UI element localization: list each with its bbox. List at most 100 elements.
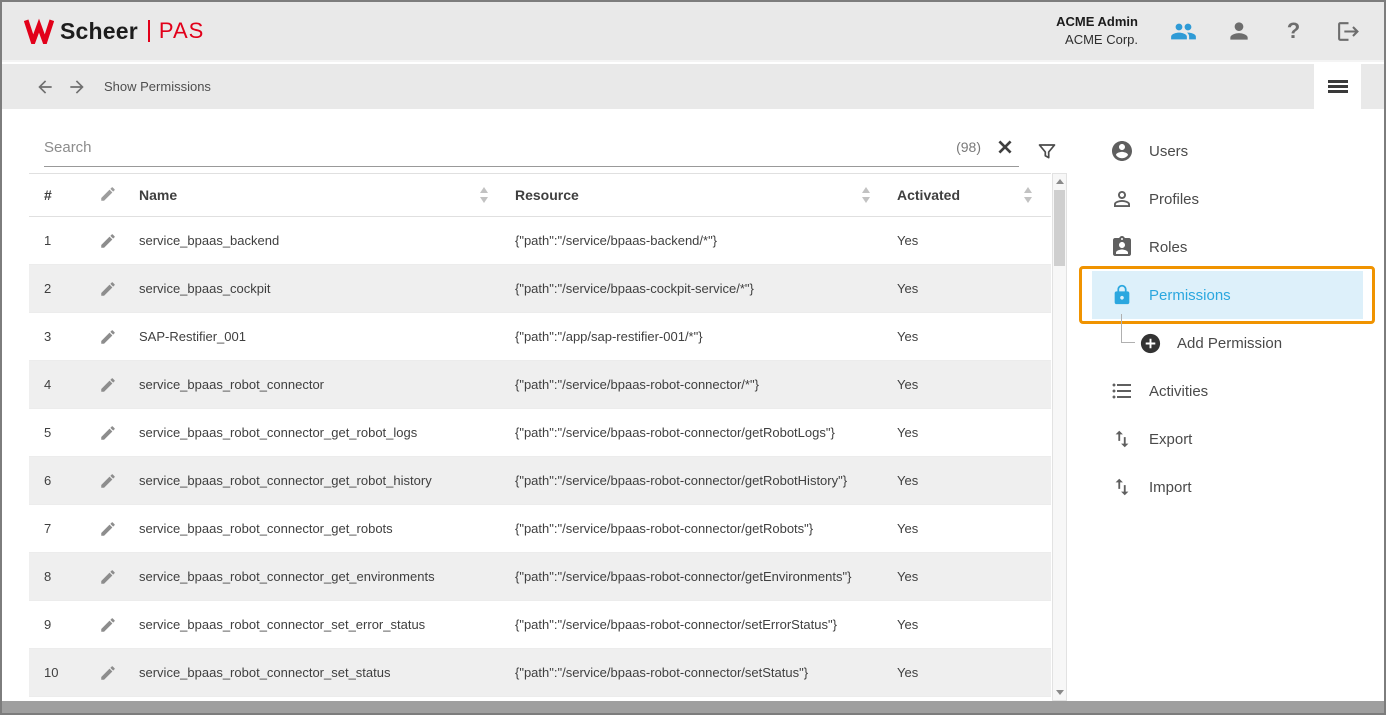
help-icon[interactable]: ? xyxy=(1280,18,1307,45)
permission-name: service_bpaas_cockpit xyxy=(131,265,507,313)
tree-connector-line xyxy=(1121,314,1135,343)
permission-resource: {"path":"/service/bpaas-robot-connector/… xyxy=(507,409,889,457)
edit-icon[interactable] xyxy=(99,664,117,682)
edit-icon[interactable] xyxy=(99,568,117,586)
vertical-scrollbar[interactable] xyxy=(1052,173,1067,701)
logo-divider xyxy=(148,20,150,42)
scroll-down-arrow[interactable] xyxy=(1053,685,1066,700)
admin-sidebar: Users Profiles Roles Permissions xyxy=(1092,109,1363,511)
permission-resource: {"path":"/service/bpaas-robot-connector/… xyxy=(507,361,889,409)
row-number: 5 xyxy=(29,409,91,457)
permission-activated: Yes xyxy=(889,553,1051,601)
sort-icon[interactable] xyxy=(861,187,871,203)
hamburger-menu-button[interactable] xyxy=(1314,64,1361,109)
search-bar: (98) xyxy=(29,109,1067,173)
permission-resource: {"path":"/service/bpaas-robot-connector/… xyxy=(507,649,889,697)
sidebar-item-label: Users xyxy=(1149,143,1188,160)
column-header-name[interactable]: Name xyxy=(131,174,507,217)
row-number: 10 xyxy=(29,649,91,697)
row-number: 6 xyxy=(29,457,91,505)
permission-activated: Yes xyxy=(889,649,1051,697)
table-row: 6 service_bpaas_robot_connector_get_robot… xyxy=(29,457,1051,505)
edit-icon[interactable] xyxy=(99,232,117,250)
permission-name: service_bpaas_backend xyxy=(131,217,507,265)
sidebar-item-label: Export xyxy=(1149,431,1192,448)
logo-brand-text: Scheer xyxy=(60,18,138,45)
sidebar-item-profiles[interactable]: Profiles xyxy=(1092,175,1363,223)
table-row: 10 service_bpaas_robot_connector_set_stat… xyxy=(29,649,1051,697)
permission-name: service_bpaas_robot_connector_get_robot_… xyxy=(131,409,507,457)
user-name: ACME Admin xyxy=(1056,13,1138,31)
edit-icon[interactable] xyxy=(99,280,117,298)
main-area: (98) # xyxy=(2,109,1384,701)
permission-activated: Yes xyxy=(889,505,1051,553)
logo-product-text: PAS xyxy=(159,18,204,44)
permission-name: service_bpaas_robot_connector_get_robot_… xyxy=(131,457,507,505)
user-organization: ACME Corp. xyxy=(1056,31,1138,49)
search-input[interactable] xyxy=(44,139,956,156)
row-number: 8 xyxy=(29,553,91,601)
edit-icon[interactable] xyxy=(99,520,117,538)
table-body: 1service_bpaas_backend{"path":"/service/… xyxy=(29,217,1051,697)
permission-name: service_bpaas_robot_connector_set_status xyxy=(131,649,507,697)
sidebar-item-label: Add Permission xyxy=(1177,335,1282,352)
navigation-bar: Show Permissions xyxy=(2,64,1384,109)
user-info: ACME Admin ACME Corp. xyxy=(1056,13,1138,48)
permission-resource: {"path":"/service/bpaas-robot-connector/… xyxy=(507,553,889,601)
sidebar-item-label: Activities xyxy=(1149,383,1208,400)
bottom-strip xyxy=(2,701,1384,713)
edit-icon[interactable] xyxy=(99,616,117,634)
permission-activated: Yes xyxy=(889,409,1051,457)
column-header-number: # xyxy=(29,174,91,217)
app-header: Scheer PAS ACME Admin ACME Corp. ? xyxy=(2,2,1384,62)
edit-icon[interactable] xyxy=(99,424,117,442)
edit-icon[interactable] xyxy=(99,328,117,346)
table-row: 3SAP-Restifier_001{"path":"/app/sap-rest… xyxy=(29,313,1051,361)
logout-icon[interactable] xyxy=(1335,18,1362,45)
sidebar-item-import[interactable]: Import xyxy=(1092,463,1363,511)
sidebar-item-permissions[interactable]: Permissions xyxy=(1092,271,1363,319)
sidebar-item-activities[interactable]: Activities xyxy=(1092,367,1363,415)
sidebar-item-label: Roles xyxy=(1149,239,1187,256)
lock-icon xyxy=(1110,283,1134,307)
hamburger-icon xyxy=(1328,78,1348,95)
permissions-table: # Name xyxy=(29,173,1067,701)
forward-arrow-icon[interactable] xyxy=(66,76,88,98)
account-icon[interactable] xyxy=(1225,18,1252,45)
clear-search-icon[interactable] xyxy=(995,137,1015,157)
permission-name: service_bpaas_robot_connector_get_robots xyxy=(131,505,507,553)
user-management-icon[interactable] xyxy=(1170,18,1197,45)
up-down-arrows-icon xyxy=(1110,475,1134,499)
permissions-panel: (98) # xyxy=(29,109,1067,701)
sidebar-item-roles[interactable]: Roles xyxy=(1092,223,1363,271)
filter-icon[interactable] xyxy=(1035,140,1061,164)
sidebar-item-export[interactable]: Export xyxy=(1092,415,1363,463)
table-row: 5 service_bpaas_robot_connector_get_robot… xyxy=(29,409,1051,457)
back-arrow-icon[interactable] xyxy=(34,76,56,98)
app-window: Scheer PAS ACME Admin ACME Corp. ? xyxy=(0,0,1386,715)
up-down-arrows-icon xyxy=(1110,427,1134,451)
sidebar-item-add-permission[interactable]: Add Permission xyxy=(1092,319,1363,367)
column-header-activated[interactable]: Activated xyxy=(889,174,1051,217)
edit-icon[interactable] xyxy=(99,376,117,394)
row-number: 7 xyxy=(29,505,91,553)
sidebar-item-users[interactable]: Users xyxy=(1092,127,1363,175)
permission-resource: {"path":"/service/bpaas-backend/*"} xyxy=(507,217,889,265)
column-header-resource[interactable]: Resource xyxy=(507,174,889,217)
breadcrumb: Show Permissions xyxy=(104,79,211,94)
scroll-up-arrow[interactable] xyxy=(1053,174,1066,189)
list-icon xyxy=(1110,379,1134,403)
table-row: 4service_bpaas_robot_connector{"path":"/… xyxy=(29,361,1051,409)
edit-icon[interactable] xyxy=(99,472,117,490)
permission-activated: Yes xyxy=(889,457,1051,505)
person-outline-icon xyxy=(1110,187,1134,211)
sidebar-item-label: Profiles xyxy=(1149,191,1199,208)
row-number: 1 xyxy=(29,217,91,265)
permission-name: service_bpaas_robot_connector_set_error_… xyxy=(131,601,507,649)
scrollbar-thumb[interactable] xyxy=(1054,190,1065,266)
table-row: 2service_bpaas_cockpit{"path":"/service/… xyxy=(29,265,1051,313)
sort-icon[interactable] xyxy=(479,187,489,203)
edit-icon xyxy=(99,185,117,203)
sort-icon[interactable] xyxy=(1023,187,1033,203)
badge-icon xyxy=(1110,235,1134,259)
